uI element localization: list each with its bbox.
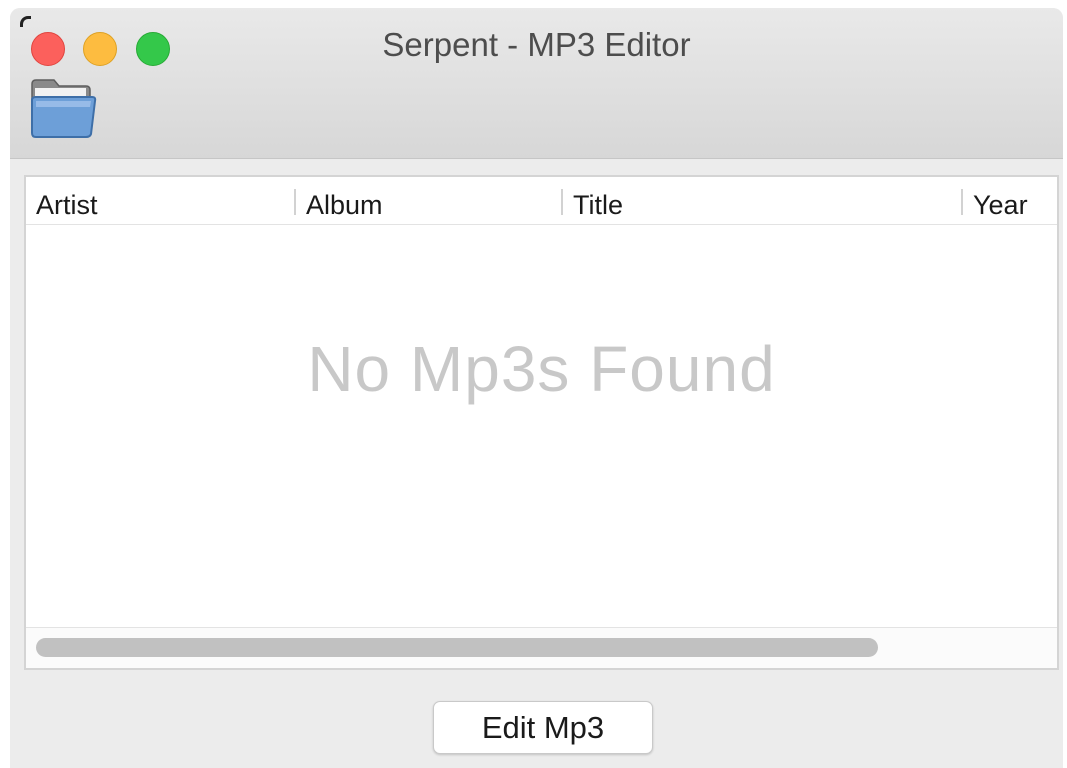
column-header-album[interactable]: Album (296, 177, 562, 224)
folder-open-icon (31, 79, 97, 138)
window-title: Serpent - MP3 Editor (382, 26, 691, 63)
horizontal-scrollbar[interactable] (26, 627, 1057, 668)
scrollbar-thumb[interactable] (36, 638, 878, 657)
open-folder-button[interactable] (28, 76, 98, 140)
column-header-artist[interactable]: Artist (26, 177, 294, 224)
app-window: Serpent - MP3 Editor Artist Album Title … (10, 8, 1063, 768)
column-header-title[interactable]: Title (563, 177, 961, 224)
edit-mp3-button[interactable]: Edit Mp3 (433, 701, 653, 754)
column-header-year[interactable]: Year (963, 177, 1057, 224)
title-bar: Serpent - MP3 Editor (10, 8, 1063, 159)
empty-state-message: No Mp3s Found (307, 333, 776, 405)
table-header: Artist Album Title Year (26, 177, 1057, 225)
mp3-table: Artist Album Title Year No Mp3s Found (24, 175, 1059, 670)
window-corner-marker (20, 16, 31, 27)
